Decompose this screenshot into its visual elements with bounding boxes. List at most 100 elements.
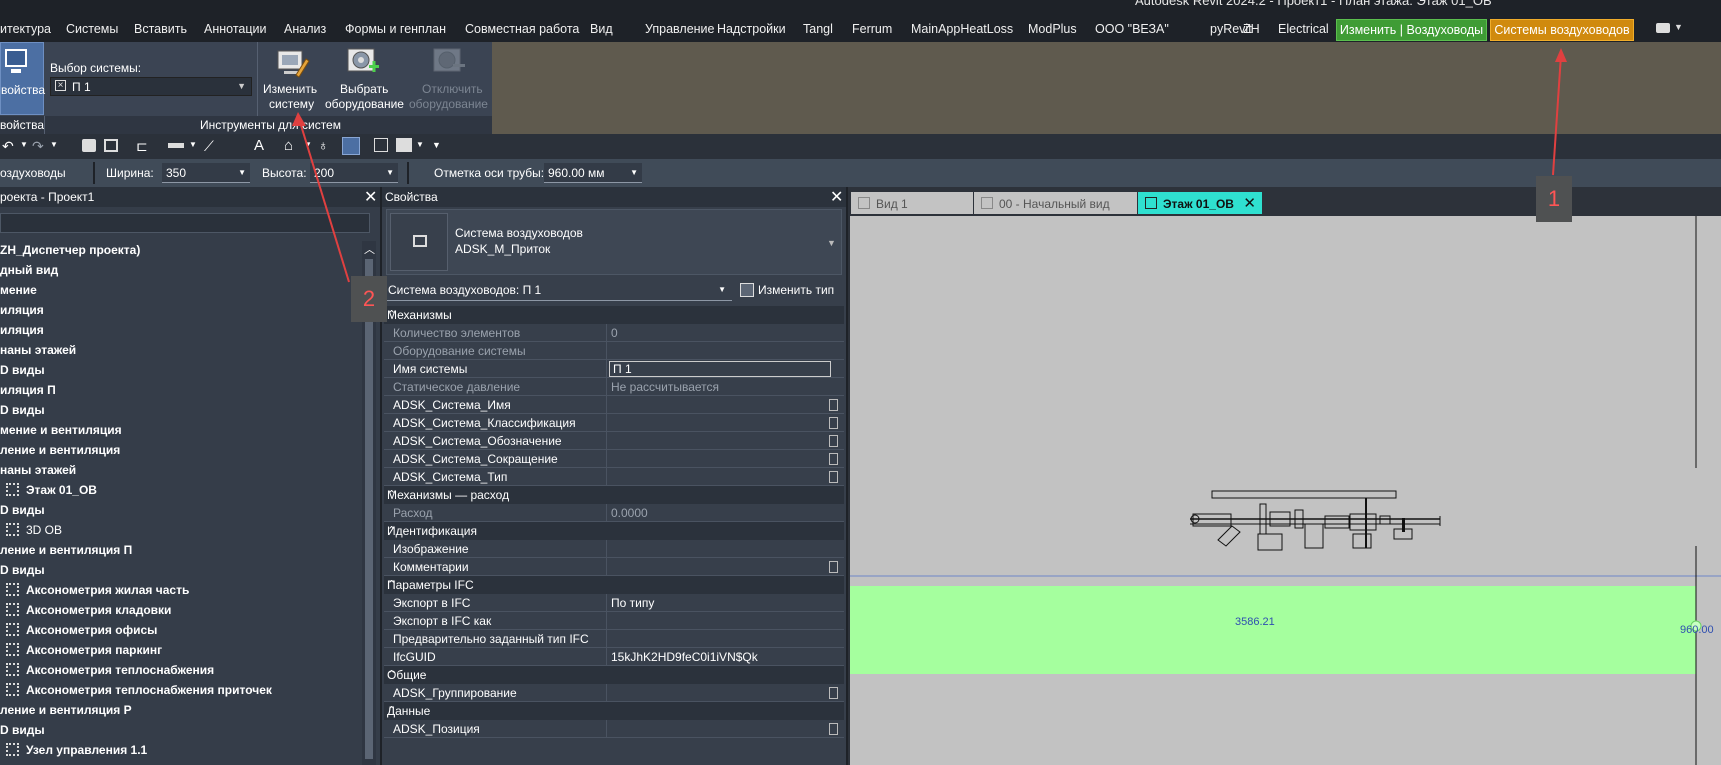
menu-item[interactable]: ООО "ВЕЗА" xyxy=(1095,22,1169,36)
thin-lines-icon[interactable] xyxy=(342,137,360,155)
property-row: IfcGUID 15kJhK2HD9feC0i1iVN$Qk xyxy=(384,648,844,666)
redo-icon[interactable]: ↷ xyxy=(32,138,44,155)
width-combo[interactable]: 350 ▼ xyxy=(162,163,250,183)
view-tab[interactable]: Вид 1 xyxy=(851,192,973,214)
customize-toolbar-icon[interactable]: ▼ xyxy=(432,140,441,150)
browse-button[interactable] xyxy=(829,399,838,411)
column-divider xyxy=(606,396,607,414)
menu-item[interactable]: Вставить xyxy=(134,22,187,36)
property-group-header[interactable]: Общие ⌃ xyxy=(384,666,844,684)
project-browser: роекта - Проект1 ✕ ZH_Диспетчер проекта)… xyxy=(0,187,380,765)
menu-item[interactable]: Совместная работа xyxy=(465,22,579,36)
system-name-input[interactable]: П 1 xyxy=(609,361,831,377)
chevron-down-icon[interactable]: ▼ xyxy=(20,140,28,149)
disconnect-equipment-button[interactable]: Отключить оборудование xyxy=(407,44,489,114)
edit-system-button[interactable]: Изменить систему xyxy=(262,44,322,114)
property-group-header[interactable]: Данные ⌃ xyxy=(384,702,844,720)
dimension-label[interactable]: 3586.21 xyxy=(1235,616,1275,628)
text-icon[interactable]: A xyxy=(254,137,264,154)
menu-item[interactable]: Аннотации xyxy=(204,22,266,36)
view-tab-label: 00 - Начальный вид xyxy=(999,197,1110,211)
menu-item[interactable]: MainAppHeatLoss xyxy=(911,22,1013,36)
options-divider xyxy=(407,162,409,184)
measure-icon[interactable]: ⊏ xyxy=(136,138,148,155)
property-name: ADSK_Позиция xyxy=(393,722,480,736)
chevron-down-icon: ▼ xyxy=(630,168,638,177)
tree-item-label: ление и вентиляция П xyxy=(0,543,133,557)
select-equipment-button[interactable]: Выбрать оборудование xyxy=(323,44,404,114)
property-group-header[interactable]: Механизмы — расход ⌃ xyxy=(384,486,844,504)
property-value[interactable]: 15kJhK2HD9feC0i1iVN$Qk xyxy=(611,650,758,664)
property-group-header[interactable]: Параметры IFC ⌃ xyxy=(384,576,844,594)
tree-item-label: Аксонометрия теплоснабжения xyxy=(26,663,215,677)
drawing-canvas[interactable]: 3586.21 960.00 xyxy=(850,216,1721,765)
menu-item[interactable]: Tangl xyxy=(803,22,833,36)
close-icon[interactable]: ✕ xyxy=(1243,194,1256,212)
instance-filter-dropdown[interactable]: Система воздуховодов: П 1 ▼ xyxy=(386,279,732,301)
column-divider xyxy=(606,720,607,738)
chevron-down-icon[interactable]: ▼ xyxy=(304,140,312,149)
view-switcher-icon[interactable] xyxy=(1656,23,1670,33)
close-icon[interactable]: × xyxy=(55,80,66,91)
tab-modify-ducts[interactable]: Изменить | Воздуховоды xyxy=(1336,19,1487,41)
collapse-icon[interactable]: ⌃ xyxy=(387,524,836,537)
browse-button[interactable] xyxy=(829,417,838,429)
collapse-icon[interactable]: ⌃ xyxy=(387,668,836,681)
browse-button[interactable] xyxy=(829,561,838,573)
chevron-down-icon[interactable]: ▼ xyxy=(416,140,424,149)
close-icon[interactable]: ✕ xyxy=(364,187,377,207)
collapse-icon[interactable]: ⌃ xyxy=(387,578,836,591)
type-selector[interactable]: Система воздуховодов ADSK_М_Приток ▼ xyxy=(386,209,842,275)
view-icon xyxy=(6,683,19,696)
tree-item-label: иляция xyxy=(0,323,44,337)
align-icon[interactable] xyxy=(104,139,118,152)
browse-button[interactable] xyxy=(829,471,838,483)
collapse-icon[interactable]: ⌃ xyxy=(387,704,836,717)
browse-button[interactable] xyxy=(829,723,838,735)
menu-item[interactable]: Electrical xyxy=(1278,22,1329,36)
chevron-down-icon[interactable]: ▼ xyxy=(50,140,58,149)
close-hidden-icon[interactable] xyxy=(374,138,388,152)
view-tab[interactable]: 00 - Начальный вид xyxy=(974,192,1137,214)
dimension-icon[interactable] xyxy=(168,143,184,148)
home-icon[interactable]: ⌂ xyxy=(284,137,293,154)
property-value[interactable]: По типу xyxy=(611,596,654,610)
menu-item[interactable]: ModPlus xyxy=(1028,22,1077,36)
browse-button[interactable] xyxy=(829,435,838,447)
print-icon[interactable] xyxy=(82,139,96,152)
menu-item[interactable]: Анализ xyxy=(284,22,326,36)
browse-button[interactable] xyxy=(829,687,838,699)
edit-type-button[interactable]: Изменить тип xyxy=(736,279,842,301)
collapse-icon[interactable]: ⌃ xyxy=(387,308,836,321)
menu-item[interactable]: Ferrum xyxy=(852,22,892,36)
column-divider xyxy=(606,432,607,450)
switch-windows-icon[interactable] xyxy=(396,138,412,152)
chevron-down-icon[interactable]: ▼ xyxy=(1674,22,1683,32)
property-group-header[interactable]: Идентификация ⌃ xyxy=(384,522,844,540)
height-combo[interactable]: 200 ▼ xyxy=(310,163,398,183)
tag-icon[interactable]: ⟋ xyxy=(204,138,214,155)
properties-button[interactable]: войства xyxy=(0,42,45,115)
menu-item[interactable]: итектура xyxy=(0,22,51,36)
edit-system-label: систему xyxy=(269,97,315,111)
scrollbar-thumb[interactable] xyxy=(365,259,373,759)
menu-item[interactable]: Надстройки xyxy=(717,22,786,36)
property-group-header[interactable]: Механизмы ⌃ xyxy=(384,306,844,324)
elevation-dimension-label[interactable]: 960.00 xyxy=(1680,624,1714,636)
view-tab[interactable]: Этаж 01_ОВ ✕ xyxy=(1138,192,1262,214)
undo-icon[interactable]: ↶ xyxy=(2,138,14,155)
elevation-combo[interactable]: 960.00 мм ▼ xyxy=(544,163,642,183)
tab-duct-systems[interactable]: Системы воздуховодов xyxy=(1490,19,1634,41)
menu-item[interactable]: Формы и генплан xyxy=(345,22,446,36)
menu-item[interactable]: Системы xyxy=(66,22,118,36)
chevron-down-icon[interactable]: ▼ xyxy=(189,140,197,149)
menu-item[interactable]: Вид xyxy=(590,22,613,36)
chevron-up-icon[interactable]: ︿ xyxy=(364,241,375,257)
close-icon[interactable]: ✕ xyxy=(830,187,843,207)
system-select-dropdown[interactable]: × П 1 ▼ xyxy=(50,77,252,96)
browse-button[interactable] xyxy=(829,453,838,465)
menu-item[interactable]: ZH xyxy=(1243,22,1260,36)
menu-item[interactable]: Управление xyxy=(645,22,715,36)
collapse-icon[interactable]: ⌃ xyxy=(387,488,836,501)
pin-icon[interactable]: ♁ xyxy=(318,137,329,153)
